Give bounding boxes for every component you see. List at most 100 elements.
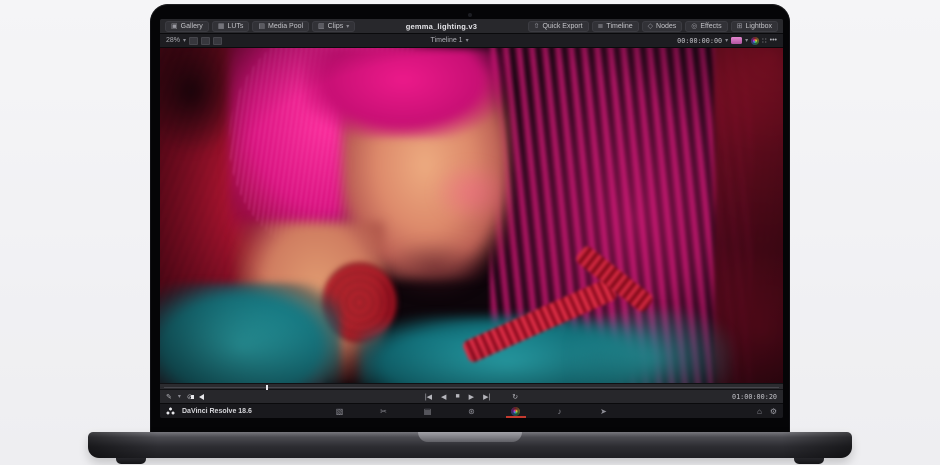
chevron-down-icon: ▾ <box>466 37 469 44</box>
chevron-down-icon[interactable]: ▾ <box>725 37 728 44</box>
fairlight-page-icon: ♪ <box>558 407 562 416</box>
annotate-pen-icon[interactable]: ✎ <box>166 393 172 401</box>
tab-deliver-page[interactable]: ➤ <box>597 404 611 418</box>
viewer-right-controls: 00:00:00:00 ▾ ▾ ∷ ••• <box>677 37 777 45</box>
tab-edit-page[interactable]: ▤ <box>421 404 435 418</box>
chevron-down-icon: ▾ <box>346 23 349 30</box>
clean-feed-monitor-icon[interactable] <box>731 37 742 44</box>
lid-lift-notch <box>418 432 522 442</box>
viewer-timecode[interactable]: 00:00:00:00 <box>677 37 722 45</box>
viewer-header-bar: 28% ▾ Timeline 1 ▾ 00:00:00:00 ▾ ▾ ∷ <box>160 34 783 48</box>
luts-label: LUTs <box>227 23 243 30</box>
wipe-mode-toggle-3[interactable] <box>213 37 222 45</box>
media-pool-label: Media Pool <box>268 23 303 30</box>
go-to-end-button[interactable]: ▶| <box>483 393 490 401</box>
photo-layer-pink-bangs <box>303 48 502 138</box>
photo-layer-dark-edge-right <box>714 48 783 383</box>
footer-right-icons: ⌂ ⚙ <box>757 404 777 418</box>
laptop-foot-left <box>116 457 146 464</box>
photo-layer-red-chain <box>461 277 618 364</box>
nodes-label: Nodes <box>656 23 676 30</box>
photo-layer-hair-streaks <box>229 48 453 262</box>
tab-cut-page[interactable]: ✂ <box>377 404 391 418</box>
page-background: ▣ Gallery ▦ LUTs ▤ Media Pool ▥ Clips <box>0 0 940 465</box>
gallery-label: Gallery <box>181 23 203 30</box>
viewer-zoom-level[interactable]: 28% <box>166 37 180 44</box>
lightbox-button[interactable]: ⊞ Lightbox <box>731 21 778 32</box>
color-viewer-icon[interactable] <box>751 37 759 45</box>
photo-layer-face <box>341 71 509 279</box>
timeline-icon: ≣ <box>598 23 604 30</box>
timeline-button[interactable]: ≣ Timeline <box>592 21 639 32</box>
scrub-track <box>164 387 779 388</box>
play-button[interactable]: ▶ <box>469 393 474 401</box>
photo-layer-red-fur-left <box>160 48 322 383</box>
transport-controls: |◀ ◀ ■ ▶ ▶| ↻ <box>425 393 518 401</box>
go-to-start-button[interactable]: |◀ <box>425 393 432 401</box>
photo-layer-dark-fur-top <box>434 48 633 169</box>
lightbox-icon: ⊞ <box>737 23 743 30</box>
effects-button[interactable]: ◎ Effects <box>685 21 727 32</box>
timeline-selector[interactable]: Timeline 1 ▾ <box>431 37 469 44</box>
chevron-down-icon[interactable]: ▾ <box>178 393 181 400</box>
expand-viewer-icon[interactable]: ∷ <box>762 37 766 45</box>
timeline-label: Timeline <box>606 23 632 30</box>
step-back-button[interactable]: ◀ <box>441 393 446 401</box>
luts-icon: ▦ <box>218 23 225 30</box>
media-page-icon: ▧ <box>336 407 344 416</box>
deliver-page-icon: ➤ <box>600 407 607 416</box>
effects-icon: ◎ <box>691 23 697 30</box>
record-timecode: 01:00:00:20 <box>732 393 777 401</box>
page-tabs: ▧ ✂ ▤ ⊛ ♪ <box>333 404 611 418</box>
clips-icon: ▥ <box>318 23 325 30</box>
gallery-button[interactable]: ▣ Gallery <box>165 21 209 32</box>
nodes-button[interactable]: ◇ Nodes <box>642 21 683 32</box>
viewer-image[interactable] <box>160 48 783 383</box>
photo-layer-magenta-hair <box>229 48 453 262</box>
audio-mute-icon[interactable] <box>199 394 204 400</box>
viewer-scrub-bar[interactable] <box>160 383 783 390</box>
photo-layer-red-chain-2 <box>574 244 655 314</box>
project-title: gemma_lighting.v3 <box>406 22 477 31</box>
app-branding: DaVinci Resolve 18.6 <box>166 407 252 415</box>
photo-layer-teal-sweater-left <box>160 283 341 384</box>
gear-icon[interactable]: ⚙ <box>770 407 777 416</box>
top-left-button-group: ▣ Gallery ▦ LUTs ▤ Media Pool ▥ Clips <box>165 21 355 32</box>
page-navigation-bar: DaVinci Resolve 18.6 ▧ ✂ ▤ ⊛ <box>160 404 783 418</box>
more-options-icon[interactable]: ••• <box>770 37 777 44</box>
photo-layer-teal-sweater-right <box>571 309 733 383</box>
wipe-mode-toggle-1[interactable] <box>189 37 198 45</box>
edit-page-icon: ▤ <box>424 407 432 416</box>
color-page-icon <box>511 407 520 416</box>
photo-layer-red-nails <box>322 262 397 342</box>
macbook-screen-bezel: ▣ Gallery ▦ LUTs ▤ Media Pool ▥ Clips <box>150 4 790 438</box>
loop-button[interactable]: ↻ <box>512 393 518 401</box>
quick-export-label: Quick Export <box>542 23 582 30</box>
clips-button[interactable]: ▥ Clips ▾ <box>312 21 355 32</box>
chevron-down-icon[interactable]: ▾ <box>745 37 748 44</box>
timeline-selector-label: Timeline 1 <box>431 37 463 44</box>
photo-layer-cheek-glow <box>434 162 509 222</box>
tab-fusion-page[interactable]: ⊛ <box>465 404 479 418</box>
media-pool-button[interactable]: ▤ Media Pool <box>252 21 309 32</box>
webcam-dot <box>468 13 472 17</box>
lightbox-label: Lightbox <box>746 23 772 30</box>
clips-label: Clips <box>328 23 344 30</box>
luts-button[interactable]: ▦ LUTs <box>212 21 250 32</box>
tab-fairlight-page[interactable]: ♪ <box>553 404 567 418</box>
stop-button[interactable]: ■ <box>455 393 459 400</box>
chevron-down-icon[interactable]: ▾ <box>183 37 186 44</box>
photo-layer-dark-corner <box>160 48 241 152</box>
davinci-resolve-logo-icon <box>166 407 175 415</box>
quick-export-button[interactable]: ⇧ Quick Export <box>528 21 589 32</box>
wipe-mode-toggle-2[interactable] <box>201 37 210 45</box>
tab-color-page-active[interactable] <box>509 404 523 418</box>
viewer-zoom-group: 28% ▾ <box>166 37 222 45</box>
transport-timecode-group: 01:00:00:20 <box>732 390 777 403</box>
cut-page-icon: ✂ <box>380 407 387 416</box>
effects-label: Effects <box>700 23 721 30</box>
davinci-resolve-window: ▣ Gallery ▦ LUTs ▤ Media Pool ▥ Clips <box>160 19 783 418</box>
macbook-base <box>88 432 852 458</box>
tab-media-page[interactable]: ▧ <box>333 404 347 418</box>
home-icon[interactable]: ⌂ <box>757 407 762 416</box>
